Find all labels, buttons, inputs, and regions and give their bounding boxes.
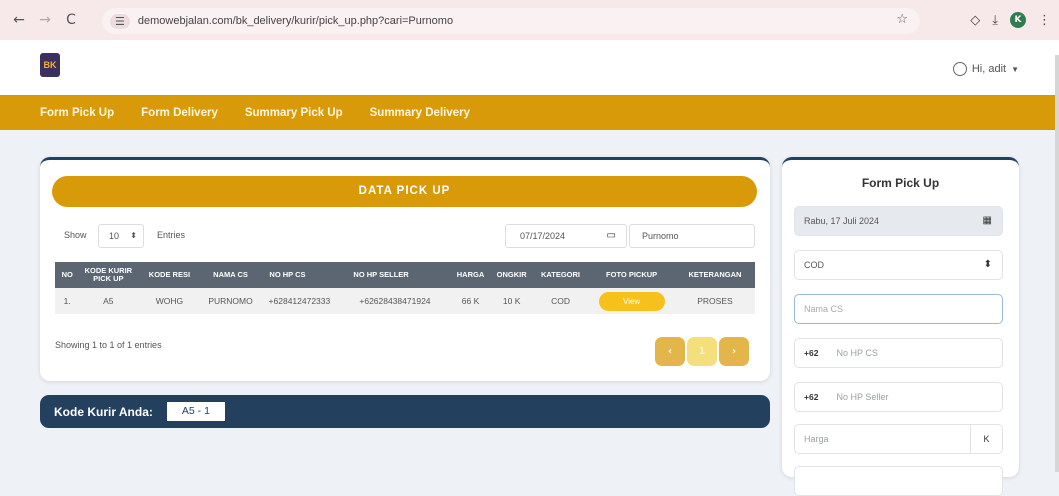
no-hp-seller-placeholder: No HP Seller xyxy=(836,392,889,402)
cell-foto-pickup: View xyxy=(588,288,675,314)
reload-icon[interactable]: C xyxy=(58,12,84,28)
url-text: demowebjalan.com/bk_delivery/kurir/pick_… xyxy=(137,15,454,27)
col-header[interactable]: FOTO PICKUP xyxy=(588,262,675,288)
cell-kategori: COD xyxy=(532,288,589,314)
cell-keterangan: PROSES xyxy=(674,288,755,314)
col-header[interactable]: HARGA xyxy=(450,262,491,288)
address-bar[interactable]: ☰ demowebjalan.com/bk_delivery/kurir/pic… xyxy=(102,8,920,34)
page-scrollbar[interactable] xyxy=(1055,55,1059,472)
kode-kurir-label: Kode Kurir Anda: xyxy=(54,404,153,419)
table-row: 1. A5 WOHG PURNOMO +628412472333 +626284… xyxy=(55,288,755,314)
cell-no-hp-seller: +62628438471924 xyxy=(339,288,451,314)
col-header[interactable]: KETERANGAN xyxy=(674,262,755,288)
col-header[interactable]: NO HP SELLER xyxy=(339,262,451,288)
cell-harga: 66 K xyxy=(450,288,491,314)
user-menu[interactable]: Hi, adit ▼ xyxy=(952,62,1019,76)
table-controls: Show 10 ⬍ Entries 07/17/2024 ▭ Purnomo xyxy=(52,222,757,250)
card-title: DATA PICK UP xyxy=(52,176,757,207)
cell-nama-cs: PURNOMO xyxy=(201,288,260,314)
no-hp-cs-placeholder: No HP CS xyxy=(836,348,878,358)
tune-icon[interactable]: ☰ xyxy=(110,13,130,29)
main-nav: Form Pick Up Form Delivery Summary Pick … xyxy=(0,95,1059,130)
phone-prefix: +62 xyxy=(804,348,819,358)
caret-down-icon: ▼ xyxy=(1011,64,1019,74)
next-input[interactable] xyxy=(794,466,1003,496)
entries-label: Entries xyxy=(157,230,186,240)
date-filter-input[interactable]: 07/17/2024 ▭ xyxy=(505,224,627,248)
form-title: Form Pick Up xyxy=(861,176,940,190)
calendar-icon[interactable]: ▭ xyxy=(607,225,616,247)
extensions-icon[interactable]: ◇ xyxy=(970,13,980,28)
category-select[interactable]: COD ⬍ xyxy=(794,250,1003,280)
data-pick-up-card: DATA PICK UP Show 10 ⬍ Entries 07/17/202… xyxy=(40,157,770,381)
site-header: BK Hi, adit ▼ xyxy=(0,40,1059,95)
table-header-row: NO KODE KURIR PICK UP KODE RESI NAMA CS … xyxy=(55,262,755,288)
kode-kurir-bar: Kode Kurir Anda: A5 - 1 xyxy=(40,395,770,428)
nav-summary-pick-up[interactable]: Summary Pick Up xyxy=(245,107,343,119)
col-header[interactable]: KATEGORI xyxy=(532,262,589,288)
user-greeting: Hi, adit xyxy=(971,63,1007,75)
harga-input[interactable]: Harga K xyxy=(794,424,1003,454)
nama-cs-placeholder: Nama CS xyxy=(804,304,844,314)
show-label: Show xyxy=(64,230,87,240)
phone-prefix: +62 xyxy=(804,392,819,402)
profile-avatar[interactable]: K xyxy=(1010,12,1026,28)
date-field-value: Rabu, 17 Juli 2024 xyxy=(804,216,880,226)
pick-up-table: NO KODE KURIR PICK UP KODE RESI NAMA CS … xyxy=(55,262,755,314)
kode-kurir-value: A5 - 1 xyxy=(166,402,225,421)
user-icon xyxy=(952,62,967,76)
forward-arrow-icon[interactable]: → xyxy=(32,12,58,28)
calendar-icon[interactable]: ▦ xyxy=(983,207,992,235)
next-page-button[interactable]: › xyxy=(719,337,749,366)
star-icon[interactable]: ☆ xyxy=(896,12,908,27)
col-header[interactable]: KODE RESI xyxy=(137,262,202,288)
cell-kode-resi: WOHG xyxy=(137,288,202,314)
col-header[interactable]: NO HP CS xyxy=(259,262,340,288)
brand-logo[interactable]: BK xyxy=(40,53,60,77)
date-field[interactable]: Rabu, 17 Juli 2024 ▦ xyxy=(794,206,1003,236)
entries-length-value: 10 xyxy=(109,231,120,241)
browser-toolbar: ← → C ☰ demowebjalan.com/bk_delivery/kur… xyxy=(0,0,1059,40)
nama-cs-input[interactable]: Nama CS xyxy=(794,294,1003,324)
prev-page-button[interactable]: ‹ xyxy=(655,337,685,366)
download-icon[interactable]: ⤓ xyxy=(992,13,998,28)
cell-no-hp-cs: +628412472333 xyxy=(259,288,340,314)
category-value: COD xyxy=(804,260,824,270)
col-header[interactable]: NO xyxy=(55,262,80,288)
nav-form-delivery[interactable]: Form Delivery xyxy=(141,107,218,119)
nav-form-pick-up[interactable]: Form Pick Up xyxy=(40,107,114,119)
form-pick-up-panel: Form Pick Up Rabu, 17 Juli 2024 ▦ COD ⬍ … xyxy=(782,157,1019,496)
cell-no: 1. xyxy=(55,288,80,314)
harga-placeholder: Harga xyxy=(804,434,829,444)
date-filter-value: 07/17/2024 xyxy=(520,231,566,241)
select-arrows-icon: ⬍ xyxy=(983,259,992,270)
col-header[interactable]: ONGKIR xyxy=(490,262,533,288)
entries-length-select[interactable]: 10 ⬍ xyxy=(98,224,144,248)
pagination: ‹ 1 › xyxy=(655,337,749,366)
nav-summary-delivery[interactable]: Summary Delivery xyxy=(370,107,470,119)
cell-kode-kurir: A5 xyxy=(79,288,138,314)
page-1-button[interactable]: 1 xyxy=(687,337,717,366)
search-input[interactable]: Purnomo xyxy=(629,224,755,248)
col-header[interactable]: NAMA CS xyxy=(201,262,260,288)
no-hp-cs-input[interactable]: +62 No HP CS xyxy=(794,338,1003,368)
no-hp-seller-input[interactable]: +62 No HP Seller xyxy=(794,382,1003,412)
search-value: Purnomo xyxy=(642,231,679,241)
col-header[interactable]: KODE KURIR PICK UP xyxy=(79,262,138,288)
select-arrows-icon: ⬍ xyxy=(130,231,137,240)
back-arrow-icon[interactable]: ← xyxy=(6,12,32,28)
harga-suffix: K xyxy=(970,425,1002,453)
kebab-menu-icon[interactable]: ⋮ xyxy=(1038,13,1051,28)
view-photo-button[interactable]: View xyxy=(598,291,665,311)
table-info: Showing 1 to 1 of 1 entries xyxy=(55,340,162,350)
cell-ongkir: 10 K xyxy=(490,288,533,314)
